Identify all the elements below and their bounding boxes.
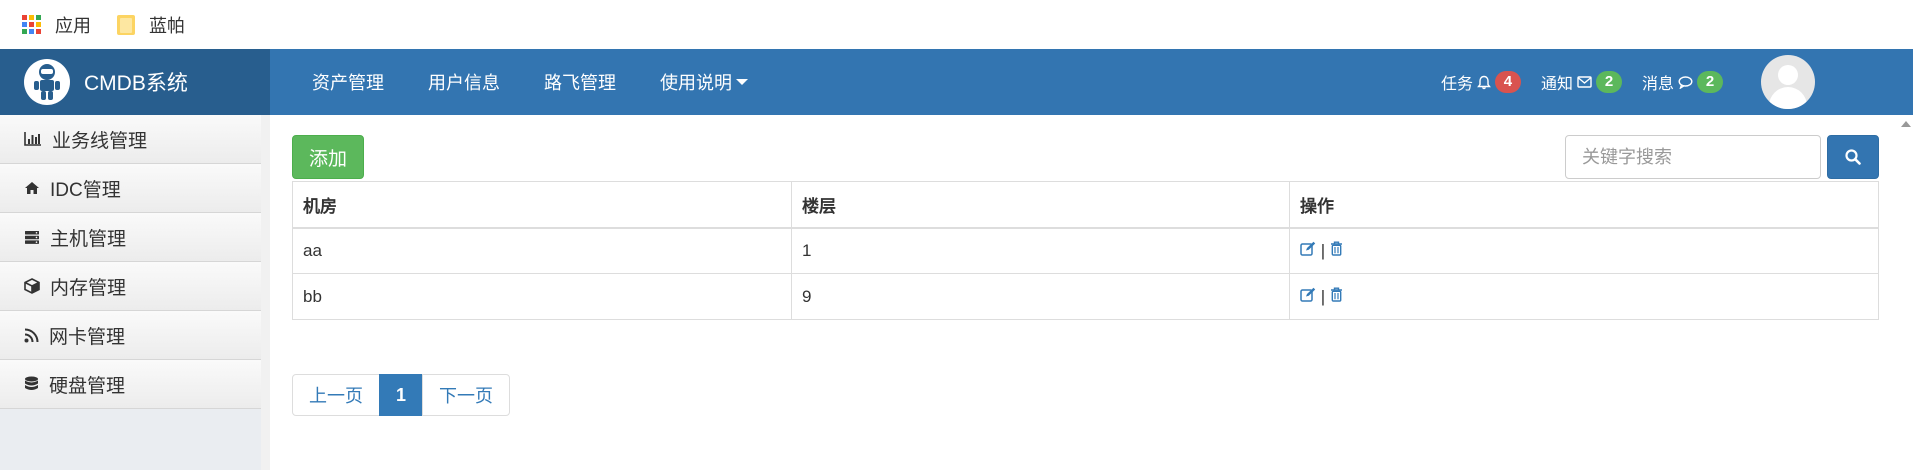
scroll-up-icon[interactable] <box>1901 121 1911 127</box>
sidebar-item-label: 主机管理 <box>50 228 127 250</box>
bell-icon <box>1477 75 1491 89</box>
sidebar-item-label: 硬盘管理 <box>49 375 126 397</box>
table-row: bb 9 | <box>292 273 1879 320</box>
table-header-row: 机房 楼层 操作 <box>292 181 1879 229</box>
add-button[interactable]: 添加 <box>292 135 365 179</box>
cell-floor: 9 <box>791 273 1290 320</box>
brand[interactable]: CMDB系统 <box>0 49 270 115</box>
bookmark-apps-label: 应用 <box>55 15 91 36</box>
bookmark-folder-label: 蓝帕 <box>149 15 185 36</box>
user-avatar[interactable] <box>1761 55 1815 109</box>
folder-icon <box>117 14 135 35</box>
cell-ops: | <box>1289 273 1879 320</box>
sidebar-item-business-line[interactable]: 业务线管理 <box>0 115 261 164</box>
nav-user-info[interactable]: 用户信息 <box>428 69 500 95</box>
database-icon <box>25 376 38 390</box>
messages-label: 消息 <box>1641 76 1674 93</box>
trash-icon[interactable] <box>1330 287 1343 302</box>
tasks-indicator[interactable]: 任务 4 <box>1441 70 1521 94</box>
sidebar-item-host[interactable]: 主机管理 <box>0 213 261 262</box>
search-button[interactable] <box>1827 135 1879 179</box>
sidebar-item-disk[interactable]: 硬盘管理 <box>0 360 261 409</box>
bookmark-folder[interactable]: 蓝帕 <box>117 12 185 38</box>
robot-logo-icon <box>24 59 70 105</box>
pagination: 上一页 1 下一页 <box>292 374 1879 416</box>
envelope-icon <box>1577 76 1592 88</box>
messages-indicator[interactable]: 消息 2 <box>1642 70 1723 94</box>
cell-room: bb <box>292 273 792 320</box>
sidebar: 业务线管理 IDC管理 主机管理 内存管理 网卡管理 硬盘管理 <box>0 115 270 470</box>
edit-icon[interactable] <box>1300 287 1316 302</box>
notify-count-badge: 2 <box>1595 71 1622 93</box>
notify-label: 通知 <box>1540 76 1573 93</box>
sidebar-item-label: 网卡管理 <box>49 326 126 348</box>
cell-ops: | <box>1289 227 1879 274</box>
caret-down-icon <box>736 79 748 85</box>
sidebar-item-nic[interactable]: 网卡管理 <box>0 311 261 360</box>
idc-table: 机房 楼层 操作 aa 1 | bb 9 | <box>292 181 1879 320</box>
tasks-count-badge: 4 <box>1494 71 1521 93</box>
nav-usage-dropdown[interactable]: 使用说明 <box>660 69 748 95</box>
ops-separator: | <box>1320 286 1326 306</box>
nav-luffy-management[interactable]: 路飞管理 <box>544 69 616 95</box>
messages-count-badge: 2 <box>1697 71 1723 93</box>
col-header-ops: 操作 <box>1289 181 1879 229</box>
trash-icon[interactable] <box>1330 241 1343 256</box>
page-1-button[interactable]: 1 <box>379 374 424 416</box>
nav-asset-management[interactable]: 资产管理 <box>312 69 384 95</box>
rss-icon <box>24 328 39 342</box>
apps-grid-icon <box>22 15 41 34</box>
tasks-label: 任务 <box>1440 76 1473 93</box>
sidebar-item-label: 内存管理 <box>50 277 127 299</box>
nav-usage-label: 使用说明 <box>660 73 732 93</box>
sidebar-item-idc[interactable]: IDC管理 <box>0 164 261 213</box>
home-icon <box>25 182 39 194</box>
main-content: 添加 机房 楼层 操作 <box>270 115 1913 470</box>
table-row: aa 1 | <box>292 227 1879 274</box>
bookmark-apps[interactable]: 应用 <box>22 12 91 38</box>
brand-title: CMDB系统 <box>84 72 188 95</box>
cube-icon <box>24 278 40 294</box>
sidebar-item-memory[interactable]: 内存管理 <box>0 262 261 311</box>
sidebar-item-label: IDC管理 <box>50 179 121 201</box>
search-icon <box>1845 149 1861 165</box>
col-header-floor: 楼层 <box>791 181 1290 229</box>
cell-room: aa <box>292 227 792 274</box>
top-navbar: CMDB系统 资产管理 用户信息 路飞管理 使用说明 任务 4 通知 2 消息 … <box>0 49 1913 115</box>
server-icon <box>25 230 39 244</box>
notify-indicator[interactable]: 通知 2 <box>1541 70 1622 94</box>
comment-icon <box>1678 75 1693 89</box>
sidebar-item-label: 业务线管理 <box>52 130 148 152</box>
col-header-room: 机房 <box>292 181 792 229</box>
search-group <box>1565 135 1879 179</box>
ops-separator: | <box>1320 240 1326 260</box>
bookmarks-bar: 应用 蓝帕 <box>0 0 1913 49</box>
cell-floor: 1 <box>791 227 1290 274</box>
edit-icon[interactable] <box>1300 241 1316 256</box>
bar-chart-icon <box>24 132 41 146</box>
next-page-button[interactable]: 下一页 <box>422 374 511 416</box>
search-input[interactable] <box>1565 135 1821 179</box>
prev-page-button[interactable]: 上一页 <box>292 374 380 416</box>
